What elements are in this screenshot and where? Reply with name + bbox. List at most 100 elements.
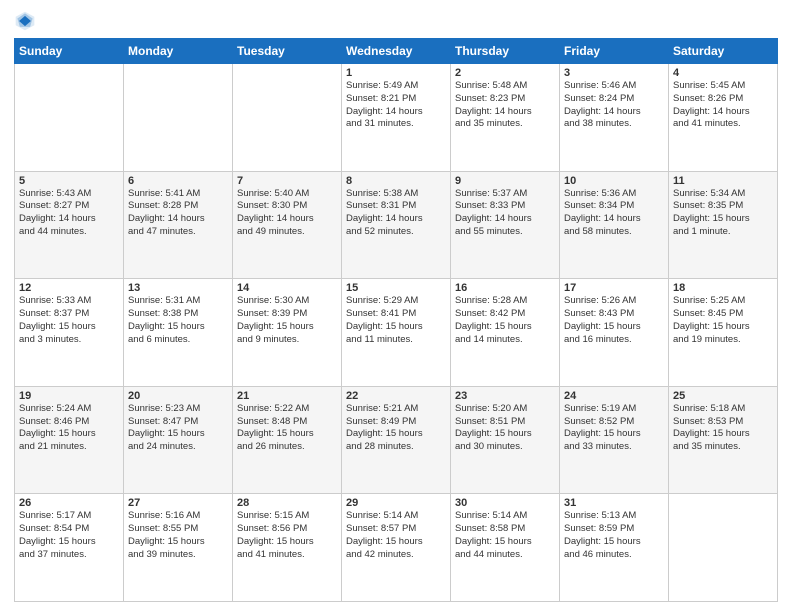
calendar-cell [124,64,233,172]
calendar-cell [669,494,778,602]
calendar-cell: 22Sunrise: 5:21 AMSunset: 8:49 PMDayligh… [342,386,451,494]
calendar-cell: 8Sunrise: 5:38 AMSunset: 8:31 PMDaylight… [342,171,451,279]
calendar-week-row: 5Sunrise: 5:43 AMSunset: 8:27 PMDaylight… [15,171,778,279]
day-number: 25 [673,390,773,402]
calendar-cell: 21Sunrise: 5:22 AMSunset: 8:48 PMDayligh… [233,386,342,494]
day-info: Sunrise: 5:40 AMSunset: 8:30 PMDaylight:… [237,188,337,239]
day-number: 17 [564,282,664,294]
calendar-cell: 27Sunrise: 5:16 AMSunset: 8:55 PMDayligh… [124,494,233,602]
calendar-cell: 16Sunrise: 5:28 AMSunset: 8:42 PMDayligh… [451,279,560,387]
calendar-cell: 9Sunrise: 5:37 AMSunset: 8:33 PMDaylight… [451,171,560,279]
day-of-week-header: Tuesday [233,39,342,64]
calendar-cell: 1Sunrise: 5:49 AMSunset: 8:21 PMDaylight… [342,64,451,172]
day-info: Sunrise: 5:26 AMSunset: 8:43 PMDaylight:… [564,295,664,346]
calendar-week-row: 26Sunrise: 5:17 AMSunset: 8:54 PMDayligh… [15,494,778,602]
day-info: Sunrise: 5:19 AMSunset: 8:52 PMDaylight:… [564,403,664,454]
calendar-week-row: 12Sunrise: 5:33 AMSunset: 8:37 PMDayligh… [15,279,778,387]
day-info: Sunrise: 5:33 AMSunset: 8:37 PMDaylight:… [19,295,119,346]
day-info: Sunrise: 5:28 AMSunset: 8:42 PMDaylight:… [455,295,555,346]
calendar-table: SundayMondayTuesdayWednesdayThursdayFrid… [14,38,778,602]
calendar-cell: 12Sunrise: 5:33 AMSunset: 8:37 PMDayligh… [15,279,124,387]
calendar-cell: 23Sunrise: 5:20 AMSunset: 8:51 PMDayligh… [451,386,560,494]
day-info: Sunrise: 5:14 AMSunset: 8:58 PMDaylight:… [455,510,555,561]
calendar-week-row: 1Sunrise: 5:49 AMSunset: 8:21 PMDaylight… [15,64,778,172]
day-number: 22 [346,390,446,402]
day-number: 18 [673,282,773,294]
calendar-week-row: 19Sunrise: 5:24 AMSunset: 8:46 PMDayligh… [15,386,778,494]
logo-icon [14,10,36,32]
day-of-week-header: Friday [560,39,669,64]
day-number: 8 [346,175,446,187]
day-info: Sunrise: 5:38 AMSunset: 8:31 PMDaylight:… [346,188,446,239]
day-info: Sunrise: 5:29 AMSunset: 8:41 PMDaylight:… [346,295,446,346]
logo [14,10,38,32]
day-info: Sunrise: 5:17 AMSunset: 8:54 PMDaylight:… [19,510,119,561]
calendar-cell: 4Sunrise: 5:45 AMSunset: 8:26 PMDaylight… [669,64,778,172]
day-of-week-header: Monday [124,39,233,64]
calendar-cell: 10Sunrise: 5:36 AMSunset: 8:34 PMDayligh… [560,171,669,279]
day-info: Sunrise: 5:30 AMSunset: 8:39 PMDaylight:… [237,295,337,346]
day-info: Sunrise: 5:13 AMSunset: 8:59 PMDaylight:… [564,510,664,561]
day-info: Sunrise: 5:15 AMSunset: 8:56 PMDaylight:… [237,510,337,561]
header [14,10,778,32]
calendar-cell: 6Sunrise: 5:41 AMSunset: 8:28 PMDaylight… [124,171,233,279]
calendar-cell: 15Sunrise: 5:29 AMSunset: 8:41 PMDayligh… [342,279,451,387]
calendar-cell: 28Sunrise: 5:15 AMSunset: 8:56 PMDayligh… [233,494,342,602]
day-number: 3 [564,67,664,79]
calendar-cell: 13Sunrise: 5:31 AMSunset: 8:38 PMDayligh… [124,279,233,387]
day-number: 19 [19,390,119,402]
day-info: Sunrise: 5:45 AMSunset: 8:26 PMDaylight:… [673,80,773,131]
calendar-cell: 19Sunrise: 5:24 AMSunset: 8:46 PMDayligh… [15,386,124,494]
calendar-header-row: SundayMondayTuesdayWednesdayThursdayFrid… [15,39,778,64]
day-info: Sunrise: 5:24 AMSunset: 8:46 PMDaylight:… [19,403,119,454]
calendar-cell: 24Sunrise: 5:19 AMSunset: 8:52 PMDayligh… [560,386,669,494]
day-info: Sunrise: 5:23 AMSunset: 8:47 PMDaylight:… [128,403,228,454]
calendar-cell [233,64,342,172]
day-of-week-header: Wednesday [342,39,451,64]
calendar-cell: 25Sunrise: 5:18 AMSunset: 8:53 PMDayligh… [669,386,778,494]
day-number: 11 [673,175,773,187]
day-number: 26 [19,497,119,509]
calendar-cell: 3Sunrise: 5:46 AMSunset: 8:24 PMDaylight… [560,64,669,172]
calendar-cell: 29Sunrise: 5:14 AMSunset: 8:57 PMDayligh… [342,494,451,602]
day-number: 10 [564,175,664,187]
day-of-week-header: Saturday [669,39,778,64]
day-number: 7 [237,175,337,187]
day-of-week-header: Sunday [15,39,124,64]
day-number: 15 [346,282,446,294]
calendar-cell: 5Sunrise: 5:43 AMSunset: 8:27 PMDaylight… [15,171,124,279]
day-number: 1 [346,67,446,79]
day-info: Sunrise: 5:41 AMSunset: 8:28 PMDaylight:… [128,188,228,239]
calendar-cell [15,64,124,172]
day-info: Sunrise: 5:22 AMSunset: 8:48 PMDaylight:… [237,403,337,454]
day-info: Sunrise: 5:34 AMSunset: 8:35 PMDaylight:… [673,188,773,239]
calendar-cell: 17Sunrise: 5:26 AMSunset: 8:43 PMDayligh… [560,279,669,387]
day-info: Sunrise: 5:31 AMSunset: 8:38 PMDaylight:… [128,295,228,346]
day-info: Sunrise: 5:16 AMSunset: 8:55 PMDaylight:… [128,510,228,561]
day-number: 28 [237,497,337,509]
day-info: Sunrise: 5:48 AMSunset: 8:23 PMDaylight:… [455,80,555,131]
calendar-cell: 11Sunrise: 5:34 AMSunset: 8:35 PMDayligh… [669,171,778,279]
day-info: Sunrise: 5:43 AMSunset: 8:27 PMDaylight:… [19,188,119,239]
calendar-cell: 7Sunrise: 5:40 AMSunset: 8:30 PMDaylight… [233,171,342,279]
day-info: Sunrise: 5:46 AMSunset: 8:24 PMDaylight:… [564,80,664,131]
day-of-week-header: Thursday [451,39,560,64]
day-info: Sunrise: 5:21 AMSunset: 8:49 PMDaylight:… [346,403,446,454]
day-info: Sunrise: 5:49 AMSunset: 8:21 PMDaylight:… [346,80,446,131]
day-info: Sunrise: 5:37 AMSunset: 8:33 PMDaylight:… [455,188,555,239]
calendar-cell: 20Sunrise: 5:23 AMSunset: 8:47 PMDayligh… [124,386,233,494]
day-number: 16 [455,282,555,294]
day-number: 6 [128,175,228,187]
day-number: 23 [455,390,555,402]
calendar-cell: 14Sunrise: 5:30 AMSunset: 8:39 PMDayligh… [233,279,342,387]
calendar-cell: 18Sunrise: 5:25 AMSunset: 8:45 PMDayligh… [669,279,778,387]
day-info: Sunrise: 5:36 AMSunset: 8:34 PMDaylight:… [564,188,664,239]
day-number: 31 [564,497,664,509]
page: SundayMondayTuesdayWednesdayThursdayFrid… [0,0,792,612]
day-number: 20 [128,390,228,402]
day-number: 21 [237,390,337,402]
day-number: 24 [564,390,664,402]
day-number: 5 [19,175,119,187]
calendar-cell: 26Sunrise: 5:17 AMSunset: 8:54 PMDayligh… [15,494,124,602]
calendar-cell: 31Sunrise: 5:13 AMSunset: 8:59 PMDayligh… [560,494,669,602]
